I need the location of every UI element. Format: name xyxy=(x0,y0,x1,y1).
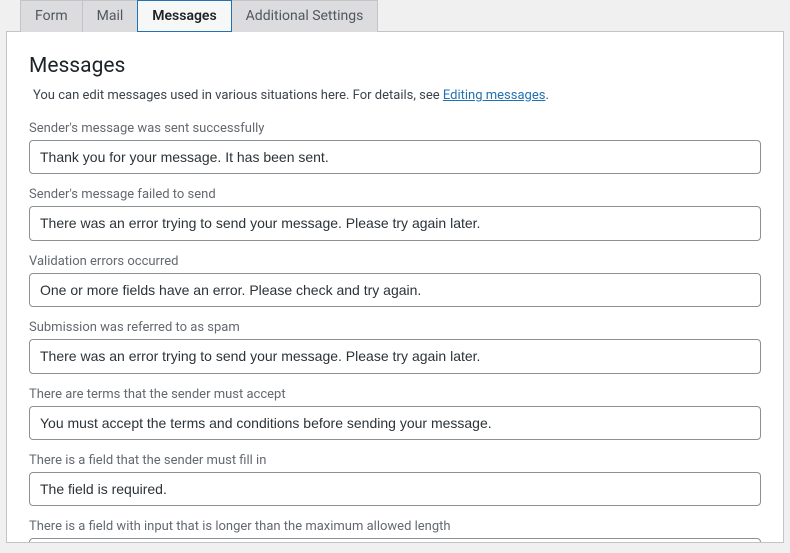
label-failed: Sender's message failed to send xyxy=(29,187,761,202)
field-group-too-long: There is a field with input that is long… xyxy=(29,519,761,543)
label-validation: Validation errors occurred xyxy=(29,254,761,269)
field-group-success: Sender's message was sent successfully xyxy=(29,121,761,174)
field-group-failed: Sender's message failed to send xyxy=(29,187,761,240)
label-too-long: There is a field with input that is long… xyxy=(29,519,761,534)
input-spam[interactable] xyxy=(29,339,761,373)
field-group-spam: Submission was referred to as spam xyxy=(29,320,761,373)
label-spam: Submission was referred to as spam xyxy=(29,320,761,335)
tab-form[interactable]: Form xyxy=(20,0,82,32)
messages-panel: Messages You can edit messages used in v… xyxy=(6,31,784,543)
editing-messages-link[interactable]: Editing messages xyxy=(443,88,546,103)
tab-bar: Form Mail Messages Additional Settings xyxy=(0,0,790,32)
label-required: There is a field that the sender must fi… xyxy=(29,453,761,468)
input-failed[interactable] xyxy=(29,206,761,240)
field-group-terms: There are terms that the sender must acc… xyxy=(29,387,761,440)
input-validation[interactable] xyxy=(29,273,761,307)
label-terms: There are terms that the sender must acc… xyxy=(29,387,761,402)
panel-intro: You can edit messages used in various si… xyxy=(29,88,761,103)
field-group-validation: Validation errors occurred xyxy=(29,254,761,307)
input-too-long[interactable] xyxy=(29,538,761,543)
field-group-required: There is a field that the sender must fi… xyxy=(29,453,761,506)
intro-text-before: You can edit messages used in various si… xyxy=(33,88,443,103)
tab-messages[interactable]: Messages xyxy=(137,0,231,32)
tab-mail[interactable]: Mail xyxy=(82,0,138,32)
intro-text-after: . xyxy=(545,88,548,103)
input-required[interactable] xyxy=(29,472,761,506)
input-terms[interactable] xyxy=(29,406,761,440)
label-success: Sender's message was sent successfully xyxy=(29,121,761,136)
input-success[interactable] xyxy=(29,140,761,174)
panel-heading: Messages xyxy=(29,54,761,78)
tab-additional-settings[interactable]: Additional Settings xyxy=(232,0,379,32)
